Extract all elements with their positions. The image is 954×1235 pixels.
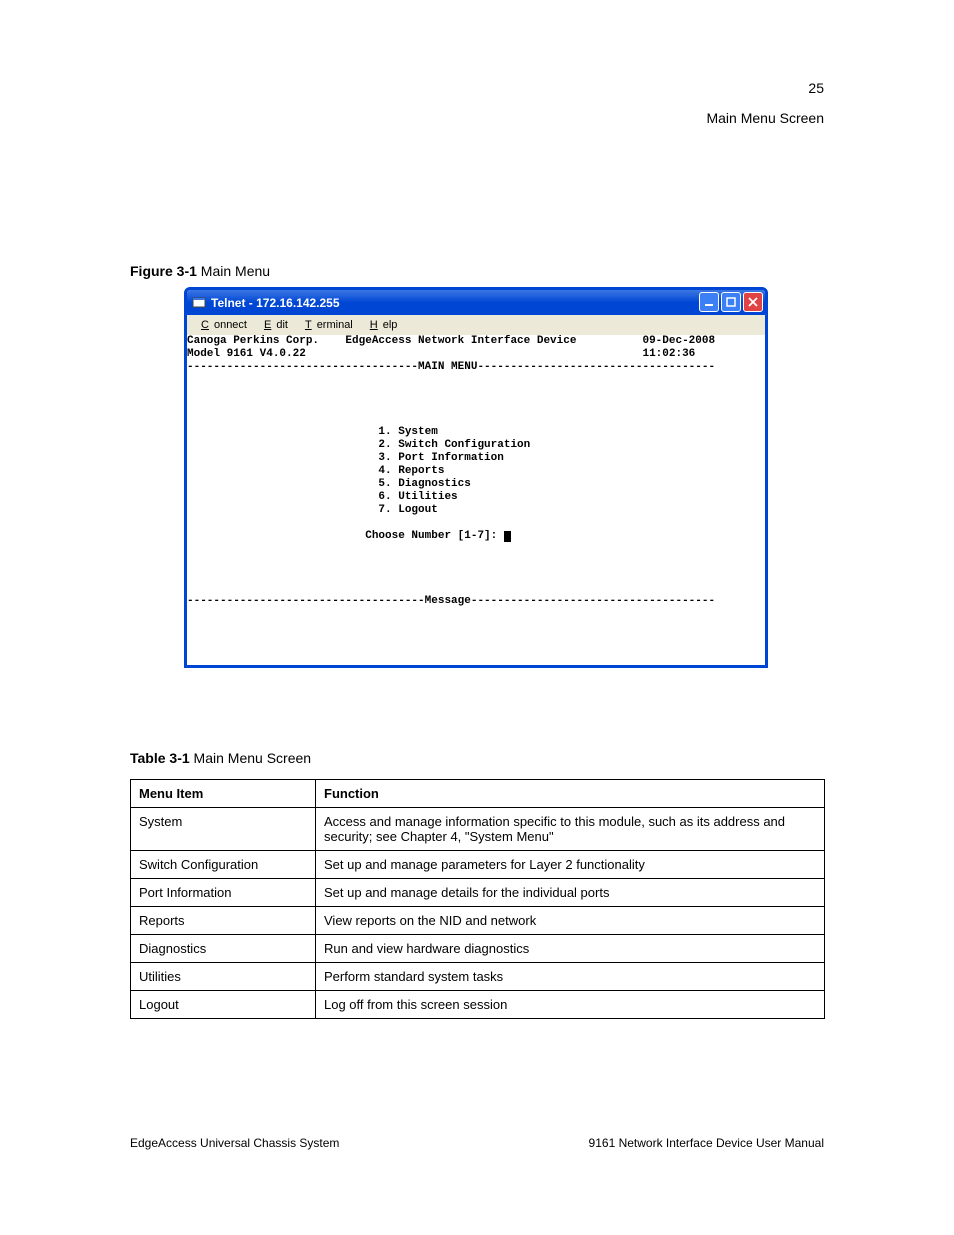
table-cell-menu-item: Utilities (131, 963, 316, 991)
table-row: Port InformationSet up and manage detail… (131, 879, 825, 907)
table-row: Switch ConfigurationSet up and manage pa… (131, 851, 825, 879)
minimize-button[interactable] (699, 292, 719, 312)
table-row: LogoutLog off from this screen session (131, 991, 825, 1019)
table-cell-menu-item: Diagnostics (131, 935, 316, 963)
table-header-function: Function (316, 780, 825, 808)
figure-desc: Main Menu (201, 263, 270, 279)
menubar: Connect Edit Terminal Help (187, 315, 765, 335)
footer-left: EdgeAccess Universal Chassis System (130, 1136, 339, 1150)
table-cell-function: Set up and manage details for the indivi… (316, 879, 825, 907)
table-cell-function: View reports on the NID and network (316, 907, 825, 935)
table-row: SystemAccess and manage information spec… (131, 808, 825, 851)
table-row: UtilitiesPerform standard system tasks (131, 963, 825, 991)
table-label: Table 3-1 (130, 750, 190, 766)
table-cell-function: Set up and manage parameters for Layer 2… (316, 851, 825, 879)
table-cell-menu-item: Port Information (131, 879, 316, 907)
table-header-menu-item: Menu Item (131, 780, 316, 808)
menu-terminal[interactable]: Terminal (295, 317, 358, 333)
table-caption: Table 3-1 Main Menu Screen (130, 750, 311, 766)
menu-edit[interactable]: Edit (254, 317, 293, 333)
table-cell-menu-item: System (131, 808, 316, 851)
page-footer: EdgeAccess Universal Chassis System 9161… (130, 1136, 824, 1150)
telnet-app-icon (191, 295, 207, 311)
window-title: Telnet - 172.16.142.255 (211, 296, 340, 310)
table-cell-function: Perform standard system tasks (316, 963, 825, 991)
table-cell-function: Run and view hardware diagnostics (316, 935, 825, 963)
close-button[interactable] (743, 292, 763, 312)
menu-help[interactable]: Help (360, 317, 403, 333)
maximize-button[interactable] (721, 292, 741, 312)
page-title: Main Menu Screen (706, 110, 824, 126)
footer-right: 9161 Network Interface Device User Manua… (589, 1136, 824, 1150)
menu-connect[interactable]: Connect (191, 317, 252, 333)
table-cell-function: Access and manage information specific t… (316, 808, 825, 851)
table-cell-menu-item: Logout (131, 991, 316, 1019)
table-cell-menu-item: Reports (131, 907, 316, 935)
main-menu-table: Menu Item Function SystemAccess and mana… (130, 779, 825, 1019)
table-header-row: Menu Item Function (131, 780, 825, 808)
telnet-window: Telnet - 172.16.142.255 Connect Edit Ter… (184, 287, 768, 668)
table-cell-function: Log off from this screen session (316, 991, 825, 1019)
figure-label: Figure 3-1 (130, 263, 197, 279)
table-cell-menu-item: Switch Configuration (131, 851, 316, 879)
table-row: ReportsView reports on the NID and netwo… (131, 907, 825, 935)
figure-caption: Figure 3-1 Main Menu (130, 263, 270, 279)
terminal-content[interactable]: Canoga Perkins Corp. EdgeAccess Network … (187, 335, 765, 665)
table-row: DiagnosticsRun and view hardware diagnos… (131, 935, 825, 963)
page-number: 25 (808, 80, 824, 96)
terminal-cursor (504, 531, 511, 542)
table-desc: Main Menu Screen (194, 750, 312, 766)
window-titlebar[interactable]: Telnet - 172.16.142.255 (187, 290, 765, 315)
window-controls (699, 292, 763, 312)
